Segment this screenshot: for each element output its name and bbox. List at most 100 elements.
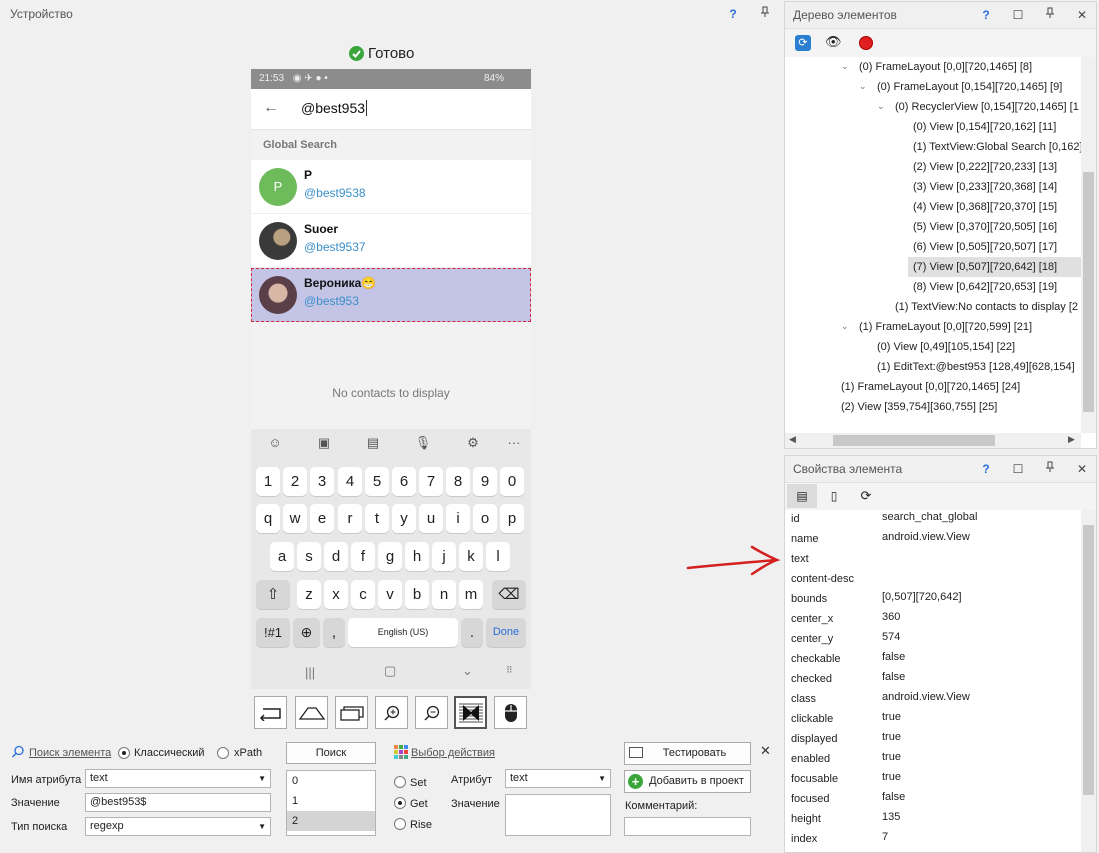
recent-control-button[interactable] [335,696,368,729]
back-nav-icon[interactable]: ⌄ [462,663,473,679]
action-value-textarea[interactable] [505,794,611,836]
prop-value[interactable]: android.view.View [882,531,970,543]
tree-view[interactable]: ⌄ (0) FrameLayout [0,0][720,1465] [8] ⌄ … [785,57,1081,433]
prop-value[interactable]: false [882,651,905,663]
key-k[interactable]: k [459,542,483,571]
tree-node[interactable]: (1) FrameLayout [0,0][720,599] [21] [859,317,1032,337]
comment-input[interactable] [624,817,751,836]
key-d[interactable]: d [324,542,348,571]
key-f[interactable]: f [351,542,375,571]
prop-row-clickable[interactable]: clickable true [785,710,1081,730]
shift-key[interactable]: ⇧ [256,580,290,609]
prop-value[interactable]: [0,507][720,642] [882,591,962,603]
prop-value[interactable]: false [882,791,905,803]
help-icon[interactable]: ? [977,2,995,28]
tree-node[interactable]: (5) View [0,370][720,505] [16] [913,217,1057,237]
key-a[interactable]: a [270,542,294,571]
prop-value[interactable]: android.view.View [882,691,970,703]
tree-node[interactable]: (6) View [0,505][720,507] [17] [913,237,1057,257]
help-icon[interactable]: ? [977,456,995,482]
phone-screen[interactable]: 21:53 ◉ ✈ ● • 84% ← @best953 Global Sear… [251,69,531,689]
search-type-select[interactable]: regexp ▼ [85,817,271,836]
collapse-chevron-icon[interactable]: ⌄ [841,61,849,72]
key-4[interactable]: 4 [338,467,362,496]
tree-node[interactable]: (0) RecyclerView [0,154][720,1465] [1 [895,97,1079,117]
key-c[interactable]: c [351,580,375,609]
zoom-out-button[interactable] [415,696,448,729]
key-w[interactable]: w [283,504,307,533]
collapse-chevron-icon[interactable]: ⌄ [841,321,849,332]
key-n[interactable]: n [432,580,456,609]
help-icon[interactable]: ? [724,1,742,27]
pin-icon[interactable] [1041,456,1059,482]
pin-icon[interactable] [756,1,774,27]
props-vertical-scrollbar[interactable] [1081,510,1096,852]
classic-mode-radio[interactable] [118,747,130,759]
tree-node[interactable]: (1) FrameLayout [0,0][720,1465] [24] [841,377,1020,397]
tree-node[interactable]: (0) FrameLayout [0,154][720,1465] [9] [877,77,1062,97]
prop-value[interactable]: true [882,771,901,783]
home-control-button[interactable] [295,696,328,729]
prop-row-checked[interactable]: checked false [785,670,1081,690]
prop-value[interactable]: true [882,751,901,763]
maximize-icon[interactable]: ☐ [1009,456,1027,482]
value-input[interactable]: @best953$ [85,793,271,812]
collapse-chevron-icon[interactable]: ⌄ [877,101,885,112]
test-button[interactable]: Тестировать [624,742,751,765]
back-arrow-icon[interactable]: ← [263,99,279,117]
tree-node[interactable]: (3) View [0,233][720,368] [14] [913,177,1057,197]
key-q[interactable]: q [256,504,280,533]
key-t[interactable]: t [365,504,389,533]
key-l[interactable]: l [486,542,510,571]
key-y[interactable]: y [392,504,416,533]
tree-node[interactable]: (2) View [359,754][360,755] [25] [841,397,997,417]
key-0[interactable]: 0 [500,467,524,496]
props-tab-page-icon[interactable]: ▯ [819,484,849,508]
prop-row-height[interactable]: height 135 [785,810,1081,830]
prop-row-text[interactable]: text [785,550,1081,570]
result-item-selected[interactable]: 2 [287,811,375,831]
keyboard-hide-icon[interactable]: ⠿ [506,665,513,676]
prop-row-center-y[interactable]: center_y 574 [785,630,1081,650]
search-element-link[interactable]: Поиск элемента [29,747,111,759]
tree-node[interactable]: (0) View [0,49][105,154] [22] [877,337,1015,357]
refresh-tree-icon[interactable]: ⟳ [795,35,811,51]
tree-node[interactable]: (0) View [0,154][720,162] [11] [913,117,1056,137]
close-icon[interactable]: ✕ [1073,456,1091,482]
done-key[interactable]: Done [486,618,526,647]
more-icon[interactable]: ··· [504,435,524,450]
tree-node[interactable]: (0) FrameLayout [0,0][720,1465] [8] [859,57,1032,77]
key-o[interactable]: o [473,504,497,533]
collapse-chevron-icon[interactable]: ⌄ [859,81,867,92]
key-9[interactable]: 9 [473,467,497,496]
xpath-mode-radio[interactable] [217,747,229,759]
tree-node[interactable]: (4) View [0,368][720,370] [15] [913,197,1057,217]
set-radio[interactable] [394,776,406,788]
attr-name-select[interactable]: text ▼ [85,769,271,788]
back-control-button[interactable] [254,696,287,729]
key-z[interactable]: z [297,580,321,609]
contact-row-2-selected[interactable]: Вероника😁 @best953 [251,268,531,322]
key-b[interactable]: b [405,580,429,609]
result-item[interactable]: 0 [287,771,375,791]
prop-value[interactable]: 7 [882,831,888,843]
key-7[interactable]: 7 [419,467,443,496]
tree-node-selected[interactable]: (7) View [0,507][720,642] [18] [913,257,1057,277]
rise-radio[interactable] [394,818,406,830]
prop-row-content-desc[interactable]: content-desc [785,570,1081,590]
key-8[interactable]: 8 [446,467,470,496]
result-item[interactable]: 1 [287,791,375,811]
tree-node[interactable]: (2) View [0,222][720,233] [13] [913,157,1057,177]
prop-row-bounds[interactable]: bounds [0,507][720,642] [785,590,1081,610]
symbols-key[interactable]: !#1 [256,618,290,647]
clipboard-icon[interactable]: ▣ [314,435,334,451]
key-x[interactable]: x [324,580,348,609]
tree-scroll-thumb[interactable] [1083,172,1094,412]
key-e[interactable]: e [310,504,334,533]
props-refresh-icon[interactable]: ⟳ [851,484,881,508]
key-5[interactable]: 5 [365,467,389,496]
home-icon[interactable]: ▢ [384,663,396,679]
mouse-mode-button[interactable] [494,696,527,729]
tree-horizontal-scrollbar[interactable]: ◀ ▶ [785,433,1081,448]
key-s[interactable]: s [297,542,321,571]
